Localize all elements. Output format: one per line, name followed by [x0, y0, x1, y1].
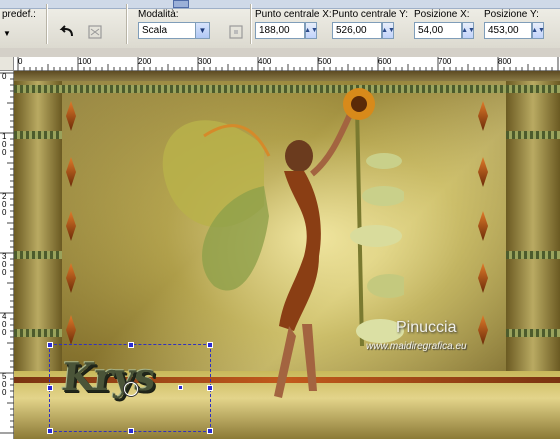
center-x-spinner[interactable]: ▲▼ — [304, 22, 318, 39]
stripe-decoration — [506, 131, 560, 139]
workspace-gap — [0, 48, 560, 57]
diamond-ornament — [66, 101, 76, 131]
center-x-label: Punto centrale X: — [255, 9, 332, 20]
resize-handle[interactable] — [128, 342, 134, 348]
deform-selection-box[interactable] — [47, 342, 213, 434]
deform-grid-button[interactable] — [84, 22, 106, 42]
resize-handle[interactable] — [47, 342, 53, 348]
spinner-arrows-icon: ▲▼ — [381, 27, 395, 34]
frame-top-band — [14, 71, 560, 81]
watermark-url: www.maidiregrafica.eu — [366, 341, 467, 352]
toolbar-top-strip — [0, 0, 560, 9]
diamond-ornament — [66, 211, 76, 241]
undo-arrow-icon — [59, 25, 73, 37]
center-icon — [229, 25, 243, 39]
watermark-name: Pinuccia — [396, 319, 457, 336]
pos-y-spinner[interactable]: ▲▼ — [531, 22, 545, 39]
ruler-h-label: 700 — [438, 57, 452, 66]
center-x-input[interactable]: 188,00 — [255, 22, 305, 39]
image-canvas[interactable]: Pinuccia www.maidiregrafica.eu Krys — [14, 71, 560, 439]
resize-handle[interactable] — [47, 385, 53, 391]
ruler-ticks-h — [17, 57, 559, 71]
ruler-v-label: 1 0 0 — [2, 132, 7, 157]
stripe-decoration — [14, 251, 62, 259]
ruler-v-label: 2 0 0 — [2, 192, 7, 217]
ruler-v-label: 0 — [2, 72, 7, 81]
diamond-ornament — [478, 101, 488, 131]
pos-x-label: Posizione X: — [414, 9, 470, 20]
diamond-ornament — [66, 157, 76, 187]
ruler-v-label: 5 0 0 — [2, 372, 7, 397]
resize-handle[interactable] — [207, 428, 213, 434]
separator — [126, 4, 128, 44]
center-y-spinner[interactable]: ▲▼ — [381, 22, 395, 39]
presets-dropdown[interactable]: ▼ — [0, 23, 14, 43]
resize-handle[interactable] — [207, 342, 213, 348]
mode-label: Modalità: — [138, 9, 179, 20]
stripe-decoration — [506, 329, 560, 337]
spinner-arrows-icon: ▲▼ — [531, 27, 545, 34]
resize-handle[interactable] — [47, 428, 53, 434]
center-button[interactable] — [225, 22, 247, 42]
spinner-arrows-icon: ▲▼ — [304, 27, 318, 34]
vertical-ruler[interactable]: 0 1 0 0 2 0 0 3 0 0 4 0 0 5 0 0 — [0, 71, 14, 439]
pos-y-input[interactable]: 453,00 — [484, 22, 532, 39]
ruler-corner — [0, 57, 14, 71]
pos-x-spinner[interactable]: ▲▼ — [461, 22, 475, 39]
ruler-h-label: 500 — [318, 57, 332, 66]
separator — [250, 4, 252, 44]
ruler-h-label: 800 — [498, 57, 512, 66]
deform-icon — [88, 25, 102, 39]
diamond-ornament — [478, 211, 488, 241]
ruler-v-label: 3 0 0 — [2, 252, 7, 277]
center-y-label: Punto centrale Y: — [332, 9, 408, 20]
toolbar-icon-top[interactable] — [170, 0, 192, 8]
ruler-h-label: 0 — [18, 57, 23, 66]
stripe-decoration — [14, 329, 62, 337]
spinner-arrows-icon: ▲▼ — [461, 27, 475, 34]
presets-label: predef.: — [2, 9, 36, 20]
ruler-v-label: 4 0 0 — [2, 312, 7, 337]
diamond-ornament — [478, 157, 488, 187]
diamond-ornament — [478, 315, 488, 345]
horizontal-ruler[interactable]: 0 100 200 300 400 500 600 700 800 — [14, 57, 560, 71]
diamond-ornament — [66, 315, 76, 345]
ruler-h-label: 100 — [78, 57, 92, 66]
pos-y-label: Posizione Y: — [484, 9, 539, 20]
ruler-h-label: 400 — [258, 57, 272, 66]
diamond-ornament — [66, 263, 76, 293]
resize-handle[interactable] — [207, 385, 213, 391]
separator — [46, 4, 48, 44]
pick-tool-icon — [173, 0, 189, 8]
ruler-h-label: 300 — [198, 57, 212, 66]
chevron-down-icon: ▼ — [3, 28, 11, 38]
diamond-ornament — [478, 263, 488, 293]
tool-options-toolbar: predef.: ▼ Modalità: Scala ▼ Punto centr… — [0, 0, 560, 49]
ruler-h-label: 200 — [138, 57, 152, 66]
rotation-handle[interactable] — [178, 385, 183, 390]
center-y-input[interactable]: 526,00 — [332, 22, 382, 39]
resize-handle[interactable] — [128, 428, 134, 434]
stripe-decoration — [506, 251, 560, 259]
stripe-decoration — [14, 131, 62, 139]
chevron-down-icon[interactable]: ▼ — [195, 23, 209, 38]
pos-x-input[interactable]: 54,00 — [414, 22, 462, 39]
reset-button[interactable] — [55, 22, 77, 42]
pivot-point-icon[interactable] — [124, 382, 138, 396]
ruler-h-label: 600 — [378, 57, 392, 66]
